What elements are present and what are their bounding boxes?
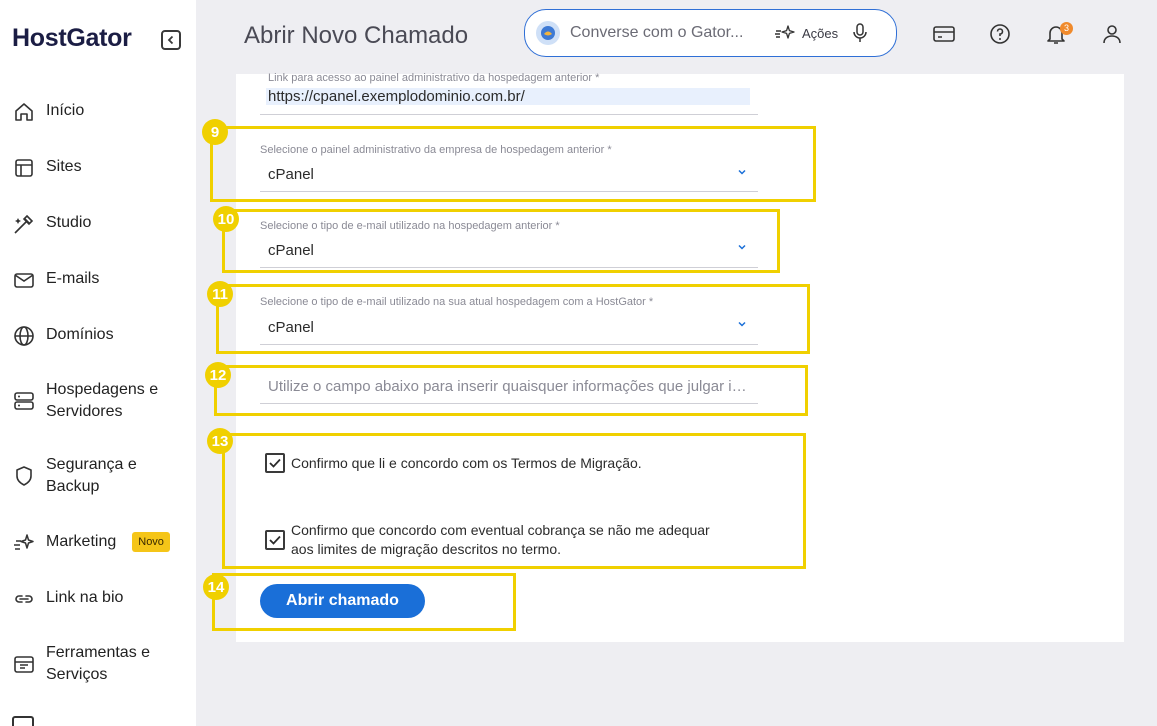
actions-label: Ações <box>802 25 839 41</box>
previous-email-type-label: Selecione o tipo de e-mail utilizado na … <box>260 220 560 232</box>
annotation-number-14: 14 <box>203 574 229 600</box>
sidebar-item-label: Sites <box>46 158 82 175</box>
sidebar-item-seguranca[interactable]: Segurança e Backup <box>12 454 182 498</box>
sidebar-item-dominios[interactable]: Domínios <box>12 324 114 348</box>
sidebar-item-label: Domínios <box>46 326 114 343</box>
link-icon <box>15 595 33 603</box>
user-icon[interactable] <box>1100 22 1124 46</box>
gator-avatar-icon <box>536 21 560 45</box>
annotation-box-10 <box>222 209 780 273</box>
current-email-type-select[interactable]: cPanel <box>268 319 314 336</box>
server-icon <box>14 392 34 410</box>
sidebar-item-sites[interactable]: Sites <box>12 156 82 180</box>
sidebar-item-label: Ferramentas e Serviços <box>46 644 151 683</box>
notification-count-badge: 3 <box>1060 22 1073 35</box>
previous-panel-link-input[interactable]: https://cpanel.exemplodominio.com.br/ <box>266 88 750 105</box>
notes-textarea[interactable]: Utilize o campo abaixo para inserir quai… <box>268 378 754 395</box>
actions-button[interactable]: Ações <box>774 24 838 42</box>
sparkle-icon <box>775 25 795 39</box>
previous-panel-type-label: Selecione o painel administrativo da emp… <box>260 144 612 156</box>
microphone-icon[interactable] <box>852 23 868 43</box>
annotation-number-11: 11 <box>207 281 233 307</box>
mail-icon <box>14 273 34 288</box>
chevron-left-icon <box>167 35 174 45</box>
sidebar-item-label: Marketing <box>46 533 117 550</box>
field-underline <box>260 191 758 192</box>
studio-icon <box>14 214 34 234</box>
shield-icon <box>16 466 32 486</box>
credit-card-icon[interactable] <box>932 22 956 46</box>
partial-menu-icon <box>12 716 34 726</box>
globe-icon <box>14 326 34 346</box>
hostgator-logo[interactable]: HostGator <box>12 24 132 53</box>
sidebar-item-label: E-mails <box>46 270 100 287</box>
sidebar-item-inicio[interactable]: Início <box>12 100 84 124</box>
annotation-number-13: 13 <box>207 428 233 454</box>
field-underline <box>260 267 758 268</box>
field-underline <box>260 403 758 404</box>
check-icon <box>269 458 281 468</box>
gator-chat-input[interactable]: Converse com o Gator... Ações <box>524 9 897 57</box>
charges-label-line-2: aos limites de migração descritos no ter… <box>291 541 561 557</box>
chevron-down-icon[interactable] <box>737 319 747 329</box>
sidebar-item-label: Studio <box>46 214 92 231</box>
field-underline <box>260 114 758 115</box>
new-badge: Novo <box>132 532 170 552</box>
layout-icon <box>15 159 33 177</box>
terms-checkbox[interactable] <box>265 453 285 473</box>
submit-ticket-button[interactable]: Abrir chamado <box>260 584 425 618</box>
home-icon <box>15 103 33 121</box>
annotation-number-9: 9 <box>202 119 228 145</box>
tools-icon <box>14 656 34 673</box>
annotation-number-10: 10 <box>213 206 239 232</box>
current-email-type-label: Selecione o tipo de e-mail utilizado na … <box>260 296 654 308</box>
page-title: Abrir Novo Chamado <box>244 22 469 49</box>
sidebar-item-ferramentas[interactable]: Ferramentas e Serviços <box>12 642 182 686</box>
charges-checkbox[interactable] <box>265 530 285 550</box>
charges-label-line-1: Confirmo que concordo com eventual cobra… <box>291 522 710 538</box>
sparkle-icon <box>14 534 34 550</box>
previous-panel-link-label: Link para acesso ao painel administrativ… <box>268 72 600 84</box>
sidebar-item-marketing[interactable]: Marketing Novo <box>12 531 170 555</box>
chevron-down-icon[interactable] <box>737 167 747 177</box>
annotation-number-12: 12 <box>205 362 231 388</box>
collapse-sidebar-button[interactable] <box>161 30 181 50</box>
chevron-down-icon[interactable] <box>737 242 747 252</box>
sidebar-item-emails[interactable]: E-mails <box>12 268 99 292</box>
check-icon <box>269 535 281 545</box>
sidebar-item-link-na-bio[interactable]: Link na bio <box>12 587 123 611</box>
help-icon[interactable] <box>988 22 1012 46</box>
sidebar-item-label: Hospedagens e Servidores <box>46 381 159 420</box>
sidebar-item-label: Início <box>46 102 85 119</box>
previous-panel-type-select[interactable]: cPanel <box>268 166 314 183</box>
charges-checkbox-label: Confirmo que concordo com eventual cobra… <box>291 521 710 559</box>
previous-email-type-select[interactable]: cPanel <box>268 242 314 259</box>
sidebar-item-label: Segurança e Backup <box>46 456 137 495</box>
sidebar-item-studio[interactable]: Studio <box>12 212 91 236</box>
sidebar-item-label: Link na bio <box>46 589 124 606</box>
sidebar-item-hospedagens[interactable]: Hospedagens e Servidores <box>12 379 182 423</box>
chat-placeholder: Converse com o Gator... <box>570 24 744 41</box>
field-underline <box>260 344 758 345</box>
sidebar: HostGator Início Sites Studio E-mails Do… <box>0 0 196 726</box>
terms-checkbox-label: Confirmo que li e concordo com os Termos… <box>291 455 642 471</box>
